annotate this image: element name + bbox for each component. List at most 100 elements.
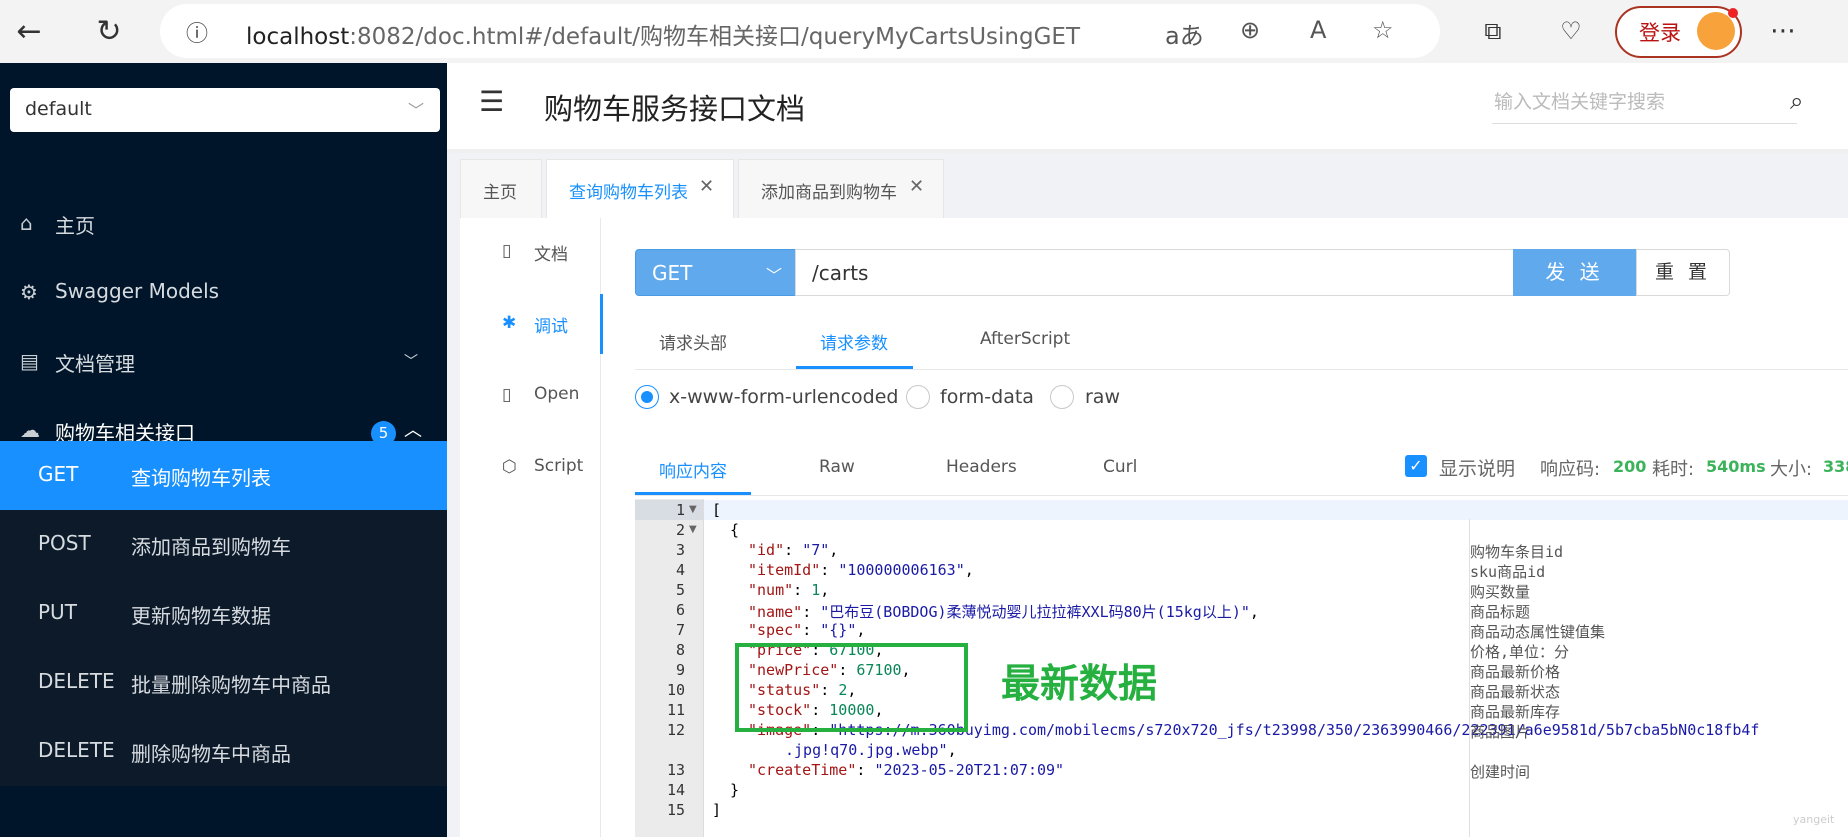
active-tab-indicator xyxy=(796,366,913,369)
line-number: 13 xyxy=(666,761,685,779)
cube-icon: ⬡ xyxy=(502,457,517,477)
vnav-open[interactable]: ▯ Open xyxy=(460,366,600,426)
line-number: 8 xyxy=(675,641,685,659)
fold-icon[interactable]: ▼ xyxy=(689,524,697,535)
health-icon[interactable]: ♡ xyxy=(1548,8,1594,54)
cloud-icon: ☁ xyxy=(20,418,40,442)
radio-raw[interactable] xyxy=(1050,385,1074,409)
chevron-up-icon: ︿ xyxy=(404,420,422,441)
code-line: "itemId": "100000006163", xyxy=(748,561,974,579)
sidebar-item-home[interactable]: ⌂ 主页 xyxy=(0,189,447,258)
address-bar[interactable]: ⓘ localhost:8082/doc.html#/default/购物车相关… xyxy=(160,4,1440,58)
endpoint-delete-item[interactable]: DELETE 删除购物车中商品 xyxy=(0,717,447,786)
response-time: 540ms xyxy=(1706,457,1766,476)
page-title: 购物车服务接口文档 xyxy=(544,92,806,126)
field-comment: 商品图片 xyxy=(1470,723,1531,741)
divider xyxy=(635,369,1848,370)
endpoint-get-carts[interactable]: GET 查询购物车列表 xyxy=(0,441,447,510)
code-line: "name": "巴布豆(BOBDOG)柔薄悦动婴儿拉拉裤XXL码80片(15k… xyxy=(748,603,1259,621)
chevron-down-icon: ﹀ xyxy=(407,101,424,120)
search-icon[interactable]: ⌕ xyxy=(1790,87,1803,115)
field-comment: 商品最新状态 xyxy=(1470,683,1561,701)
collections-icon[interactable]: ⧉ xyxy=(1470,8,1516,54)
endpoint-put-cart[interactable]: PUT 更新购物车数据 xyxy=(0,579,447,648)
path-field[interactable] xyxy=(795,249,1515,296)
url-text[interactable]: localhost:8082/doc.html#/default/购物车相关接口… xyxy=(246,17,1080,51)
field-comment: 商品标题 xyxy=(1470,603,1531,621)
line-number: 4 xyxy=(675,561,685,579)
model-icon: ⚙ xyxy=(20,280,38,304)
code-line: [ xyxy=(712,501,722,519)
tab-add-cart[interactable]: 添加商品到购物车 ✕ xyxy=(738,159,944,219)
code-line: ] xyxy=(712,801,722,819)
debug-nav: ▯ 文档 ✱ 调试 ▯ Open ⬡ Script xyxy=(460,218,603,837)
doc-header: ☰ 购物车服务接口文档 ⌕ xyxy=(447,63,1848,153)
show-desc-checkbox[interactable]: ✓ xyxy=(1405,455,1427,477)
close-icon[interactable]: ✕ xyxy=(699,176,714,197)
endpoint-post-cart[interactable]: POST 添加商品到购物车 xyxy=(0,510,447,579)
radio-label: form-data xyxy=(940,386,1034,408)
sidebar-item-swagger-models[interactable]: ⚙ Swagger Models xyxy=(0,258,447,327)
field-comment: 商品最新价格 xyxy=(1470,663,1561,681)
highlight-box xyxy=(735,643,968,732)
status-code: 200 xyxy=(1613,457,1647,476)
line-number: 9 xyxy=(675,661,685,679)
tab-query-cart[interactable]: 查询购物车列表 ✕ xyxy=(546,159,734,219)
line-number: 15 xyxy=(666,801,685,819)
close-icon[interactable]: ✕ xyxy=(909,176,924,197)
tab-request-params[interactable]: 请求参数 xyxy=(820,329,888,354)
zoom-in-icon[interactable]: ⊕ xyxy=(1240,16,1260,44)
search-input[interactable] xyxy=(1492,83,1786,121)
sidebar-item-doc-manage[interactable]: ▤ 文档管理 ﹀ xyxy=(0,327,447,396)
line-number: 14 xyxy=(666,781,685,799)
more-icon[interactable]: ⋯ xyxy=(1760,8,1806,54)
radio-urlencoded[interactable] xyxy=(635,385,659,409)
back-icon[interactable]: ← xyxy=(6,8,52,54)
code-line: } xyxy=(712,781,740,799)
favorite-star-icon[interactable]: ☆ xyxy=(1372,16,1394,44)
radio-form-data[interactable] xyxy=(906,385,930,409)
file-icon: ▯ xyxy=(502,385,512,405)
tab-response-headers[interactable]: Headers xyxy=(946,457,1017,477)
tab-response-curl[interactable]: Curl xyxy=(1103,457,1137,477)
home-icon: ⌂ xyxy=(20,211,33,235)
show-desc-label: 显示说明 xyxy=(1439,458,1516,480)
response-size: 338 xyxy=(1823,457,1848,476)
field-comment: 商品动态属性键值集 xyxy=(1470,623,1606,641)
vnav-script[interactable]: ⬡ Script xyxy=(460,438,600,498)
method-select[interactable]: GET ﹀ xyxy=(635,249,797,296)
line-number: 10 xyxy=(666,681,685,699)
line-number: 2 xyxy=(675,521,685,539)
tab-response-raw[interactable]: Raw xyxy=(819,457,855,477)
radio-label: x-www-form-urlencoded xyxy=(669,386,899,408)
size-label: 大小: xyxy=(1770,459,1813,480)
tab-afterscript[interactable]: AfterScript xyxy=(980,329,1070,349)
login-button[interactable]: 登录 xyxy=(1615,6,1742,58)
tab-home[interactable]: 主页 xyxy=(460,159,542,219)
radio-label: raw xyxy=(1085,386,1120,408)
menu-collapse-icon[interactable]: ☰ xyxy=(479,85,504,118)
group-select[interactable]: default ﹀ xyxy=(10,88,440,132)
bug-icon: ✱ xyxy=(502,313,517,333)
line-number: 7 xyxy=(675,621,685,639)
fold-icon[interactable]: ▼ xyxy=(689,504,697,515)
tab-response-content[interactable]: 响应内容 xyxy=(659,457,727,482)
refresh-icon[interactable]: ↻ xyxy=(86,8,132,54)
code-line: "num": 1, xyxy=(748,581,830,599)
translate-icon[interactable]: aあ xyxy=(1165,16,1204,51)
active-line xyxy=(703,500,1848,520)
field-comment: 购物车条目id xyxy=(1470,543,1564,561)
path-input[interactable] xyxy=(810,260,1504,286)
vnav-debug[interactable]: ✱ 调试 xyxy=(460,294,603,354)
endpoint-delete-batch[interactable]: DELETE 批量删除购物车中商品 xyxy=(0,648,447,717)
reset-button[interactable]: 重 置 xyxy=(1636,249,1730,296)
vnav-doc[interactable]: ▯ 文档 xyxy=(460,222,600,282)
field-comment: 创建时间 xyxy=(1470,763,1531,781)
tab-request-headers[interactable]: 请求头部 xyxy=(659,329,727,354)
send-button[interactable]: 发 送 xyxy=(1513,249,1636,296)
read-aloud-icon[interactable]: A xyxy=(1310,16,1326,44)
info-icon[interactable]: ⓘ xyxy=(186,16,208,48)
notification-dot xyxy=(1728,8,1738,18)
doc-search[interactable] xyxy=(1492,83,1797,124)
field-comment: 商品最新库存 xyxy=(1470,703,1561,721)
